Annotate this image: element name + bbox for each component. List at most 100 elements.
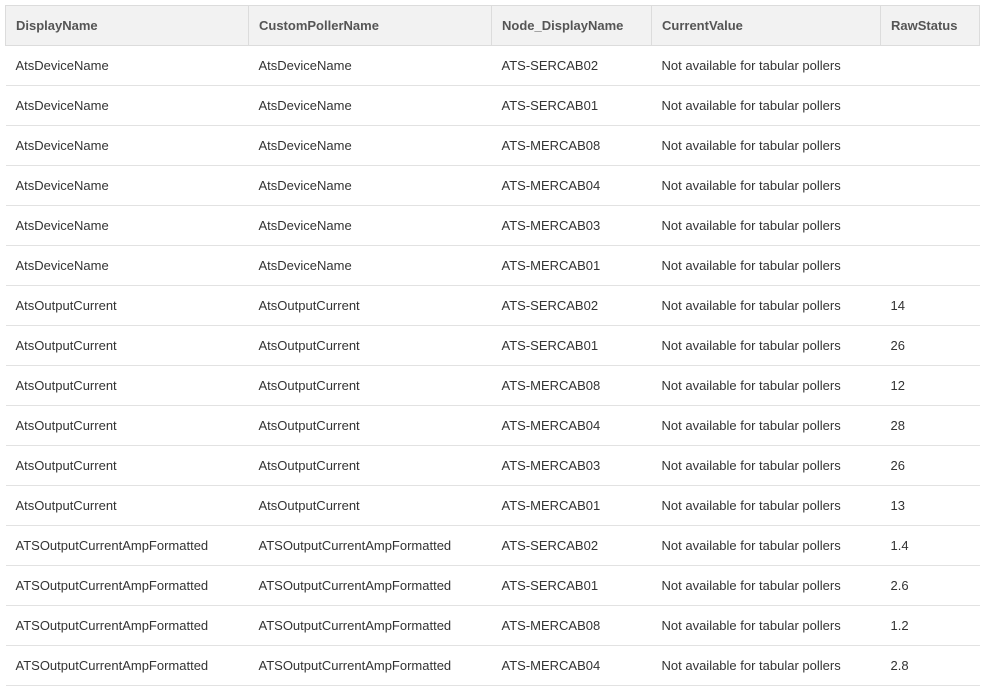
- cell-currentvalue: Not available for tabular pollers: [651, 285, 881, 326]
- cell-rawstatus: [880, 45, 980, 86]
- cell-rawstatus: [880, 125, 980, 166]
- cell-displayname: AtsOutputCurrent: [5, 485, 249, 526]
- column-header-displayname[interactable]: DisplayName: [5, 5, 249, 46]
- cell-displayname: AtsDeviceName: [5, 125, 249, 166]
- table-row[interactable]: AtsOutputCurrent AtsOutputCurrent ATS-ME…: [5, 485, 980, 526]
- cell-custompollername: ATSOutputCurrentAmpFormatted: [248, 605, 492, 646]
- cell-node-displayname: ATS-MERCAB08: [491, 365, 652, 406]
- cell-node-displayname: ATS-MERCAB03: [491, 445, 652, 486]
- cell-currentvalue: Not available for tabular pollers: [651, 325, 881, 366]
- cell-custompollername: ATSOutputCurrentAmpFormatted: [248, 525, 492, 566]
- table-row[interactable]: ATSOutputCurrentAmpFormatted ATSOutputCu…: [5, 645, 980, 686]
- results-table: DisplayName CustomPollerName Node_Displa…: [5, 5, 980, 686]
- cell-node-displayname: ATS-SERCAB02: [491, 45, 652, 86]
- cell-node-displayname: ATS-MERCAB04: [491, 645, 652, 686]
- cell-displayname: ATSOutputCurrentAmpFormatted: [5, 645, 249, 686]
- cell-displayname: AtsOutputCurrent: [5, 445, 249, 486]
- cell-custompollername: AtsOutputCurrent: [248, 445, 492, 486]
- cell-displayname: AtsDeviceName: [5, 45, 249, 86]
- cell-displayname: ATSOutputCurrentAmpFormatted: [5, 605, 249, 646]
- cell-rawstatus: [880, 245, 980, 286]
- cell-custompollername: AtsOutputCurrent: [248, 365, 492, 406]
- cell-rawstatus: 26: [880, 445, 980, 486]
- cell-node-displayname: ATS-SERCAB01: [491, 85, 652, 126]
- table-row[interactable]: AtsDeviceName AtsDeviceName ATS-MERCAB04…: [5, 165, 980, 206]
- cell-rawstatus: [880, 205, 980, 246]
- cell-node-displayname: ATS-MERCAB04: [491, 405, 652, 446]
- cell-custompollername: AtsDeviceName: [248, 85, 492, 126]
- cell-node-displayname: ATS-SERCAB02: [491, 285, 652, 326]
- cell-displayname: AtsDeviceName: [5, 245, 249, 286]
- table-row[interactable]: ATSOutputCurrentAmpFormatted ATSOutputCu…: [5, 525, 980, 566]
- cell-node-displayname: ATS-MERCAB08: [491, 125, 652, 166]
- cell-currentvalue: Not available for tabular pollers: [651, 365, 881, 406]
- cell-custompollername: AtsOutputCurrent: [248, 325, 492, 366]
- cell-node-displayname: ATS-MERCAB03: [491, 205, 652, 246]
- cell-custompollername: AtsDeviceName: [248, 165, 492, 206]
- table-row[interactable]: AtsOutputCurrent AtsOutputCurrent ATS-SE…: [5, 285, 980, 326]
- cell-node-displayname: ATS-MERCAB01: [491, 485, 652, 526]
- cell-custompollername: AtsOutputCurrent: [248, 285, 492, 326]
- cell-custompollername: AtsDeviceName: [248, 245, 492, 286]
- table-row[interactable]: ATSOutputCurrentAmpFormatted ATSOutputCu…: [5, 565, 980, 606]
- cell-currentvalue: Not available for tabular pollers: [651, 165, 881, 206]
- cell-rawstatus: [880, 85, 980, 126]
- cell-currentvalue: Not available for tabular pollers: [651, 85, 881, 126]
- cell-currentvalue: Not available for tabular pollers: [651, 645, 881, 686]
- cell-custompollername: AtsDeviceName: [248, 45, 492, 86]
- cell-custompollername: AtsDeviceName: [248, 205, 492, 246]
- cell-node-displayname: ATS-SERCAB01: [491, 325, 652, 366]
- cell-currentvalue: Not available for tabular pollers: [651, 605, 881, 646]
- table-row[interactable]: AtsOutputCurrent AtsOutputCurrent ATS-ME…: [5, 445, 980, 486]
- cell-node-displayname: ATS-SERCAB01: [491, 565, 652, 606]
- cell-displayname: AtsDeviceName: [5, 165, 249, 206]
- cell-displayname: AtsOutputCurrent: [5, 285, 249, 326]
- cell-currentvalue: Not available for tabular pollers: [651, 45, 881, 86]
- table-row[interactable]: AtsDeviceName AtsDeviceName ATS-MERCAB03…: [5, 205, 980, 246]
- cell-node-displayname: ATS-MERCAB01: [491, 245, 652, 286]
- cell-node-displayname: ATS-SERCAB02: [491, 525, 652, 566]
- cell-rawstatus: [880, 165, 980, 206]
- table-row[interactable]: AtsDeviceName AtsDeviceName ATS-MERCAB08…: [5, 125, 980, 166]
- cell-displayname: ATSOutputCurrentAmpFormatted: [5, 565, 249, 606]
- cell-rawstatus: 1.4: [880, 525, 980, 566]
- table-row[interactable]: AtsDeviceName AtsDeviceName ATS-SERCAB02…: [5, 45, 980, 86]
- cell-rawstatus: 1.2: [880, 605, 980, 646]
- cell-rawstatus: 28: [880, 405, 980, 446]
- cell-currentvalue: Not available for tabular pollers: [651, 405, 881, 446]
- table-header: DisplayName CustomPollerName Node_Displa…: [5, 5, 980, 46]
- cell-currentvalue: Not available for tabular pollers: [651, 445, 881, 486]
- cell-rawstatus: 2.8: [880, 645, 980, 686]
- cell-currentvalue: Not available for tabular pollers: [651, 525, 881, 566]
- cell-displayname: AtsDeviceName: [5, 85, 249, 126]
- cell-custompollername: AtsOutputCurrent: [248, 405, 492, 446]
- column-header-custompollername[interactable]: CustomPollerName: [248, 5, 492, 46]
- table-row[interactable]: AtsDeviceName AtsDeviceName ATS-MERCAB01…: [5, 245, 980, 286]
- cell-rawstatus: 12: [880, 365, 980, 406]
- cell-rawstatus: 14: [880, 285, 980, 326]
- cell-displayname: AtsOutputCurrent: [5, 325, 249, 366]
- cell-displayname: AtsOutputCurrent: [5, 405, 249, 446]
- table-row[interactable]: AtsOutputCurrent AtsOutputCurrent ATS-ME…: [5, 365, 980, 406]
- cell-displayname: AtsOutputCurrent: [5, 365, 249, 406]
- cell-rawstatus: 26: [880, 325, 980, 366]
- table-row[interactable]: AtsDeviceName AtsDeviceName ATS-SERCAB01…: [5, 85, 980, 126]
- cell-rawstatus: 13: [880, 485, 980, 526]
- column-header-rawstatus[interactable]: RawStatus: [880, 5, 980, 46]
- cell-currentvalue: Not available for tabular pollers: [651, 245, 881, 286]
- table-row[interactable]: AtsOutputCurrent AtsOutputCurrent ATS-SE…: [5, 325, 980, 366]
- cell-custompollername: ATSOutputCurrentAmpFormatted: [248, 565, 492, 606]
- cell-currentvalue: Not available for tabular pollers: [651, 565, 881, 606]
- column-header-node-displayname[interactable]: Node_DisplayName: [491, 5, 652, 46]
- cell-currentvalue: Not available for tabular pollers: [651, 125, 881, 166]
- table-row[interactable]: AtsOutputCurrent AtsOutputCurrent ATS-ME…: [5, 405, 980, 446]
- header-row: DisplayName CustomPollerName Node_Displa…: [5, 5, 980, 46]
- cell-custompollername: AtsOutputCurrent: [248, 485, 492, 526]
- table-body: AtsDeviceName AtsDeviceName ATS-SERCAB02…: [5, 45, 980, 686]
- cell-node-displayname: ATS-MERCAB04: [491, 165, 652, 206]
- cell-rawstatus: 2.6: [880, 565, 980, 606]
- cell-displayname: ATSOutputCurrentAmpFormatted: [5, 525, 249, 566]
- cell-currentvalue: Not available for tabular pollers: [651, 485, 881, 526]
- table-row[interactable]: ATSOutputCurrentAmpFormatted ATSOutputCu…: [5, 605, 980, 646]
- column-header-currentvalue[interactable]: CurrentValue: [651, 5, 881, 46]
